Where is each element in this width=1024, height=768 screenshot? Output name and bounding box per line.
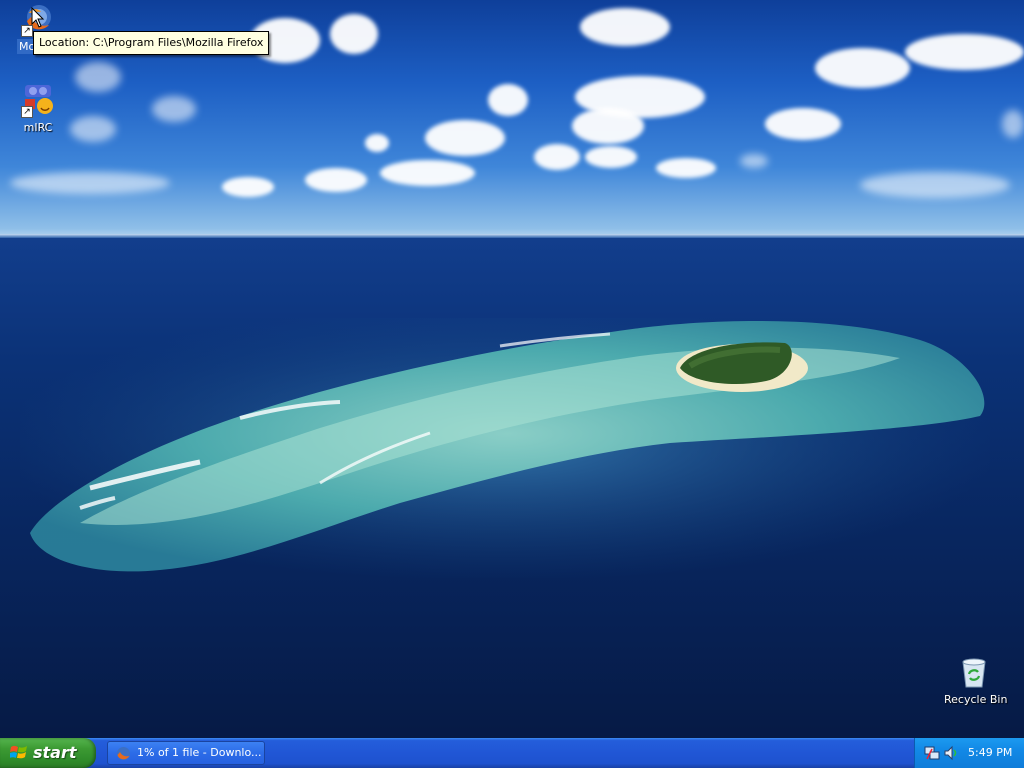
cloud [488, 84, 528, 116]
cloud [580, 8, 670, 46]
taskbar-clock: 5:49 PM [968, 746, 1013, 759]
shortcut-location-tooltip: Location: C:\Program Files\Mozilla Firef… [33, 31, 270, 55]
system-tray: 5:49 PM [914, 738, 1024, 768]
taskbar: start 1% of 1 file - Downlo... 5:49 PM [0, 738, 1024, 768]
cloud [70, 116, 116, 142]
cloud [1002, 110, 1024, 138]
wallpaper-horizon [0, 234, 1024, 238]
firefox-icon [117, 747, 130, 760]
cloud [425, 120, 505, 156]
cloud [656, 158, 716, 178]
desktop-icon-label: mIRC [23, 121, 53, 134]
cloud [365, 134, 389, 152]
cloud [330, 14, 378, 54]
desktop-wallpaper [0, 0, 1024, 738]
cloud [10, 172, 170, 194]
cloud [585, 146, 637, 168]
desktop-icon-mirc[interactable]: ↗ mIRC [6, 84, 70, 135]
mirc-icon: ↗ [21, 84, 55, 118]
start-button-label: start [33, 743, 77, 762]
cloud [740, 154, 768, 168]
windows-logo-icon [10, 745, 27, 759]
cloud [765, 108, 841, 140]
shortcut-arrow-icon: ↗ [21, 106, 33, 118]
cloud [305, 168, 367, 192]
cloud [75, 62, 121, 92]
cloud [534, 144, 580, 170]
desktop-icon-recycle-bin[interactable]: Recycle Bin [942, 656, 1008, 707]
recycle-bin-icon [957, 656, 991, 690]
desktop-icon-label: Recycle Bin [944, 693, 1008, 706]
cloud [380, 160, 475, 186]
mouse-cursor-icon [31, 7, 45, 28]
cloud [815, 48, 910, 88]
cloud [572, 108, 644, 144]
cloud [222, 177, 274, 197]
start-button[interactable]: start [0, 738, 96, 768]
network-icon[interactable] [924, 745, 940, 761]
cloud [860, 172, 1010, 198]
reef-island-illustration [20, 318, 990, 578]
taskbar-item-label: 1% of 1 file - Downlo... [137, 746, 262, 759]
volume-icon[interactable] [943, 745, 959, 761]
cloud [152, 96, 196, 122]
cloud [905, 34, 1024, 70]
taskbar-item-downloads[interactable]: 1% of 1 file - Downlo... [107, 741, 265, 765]
